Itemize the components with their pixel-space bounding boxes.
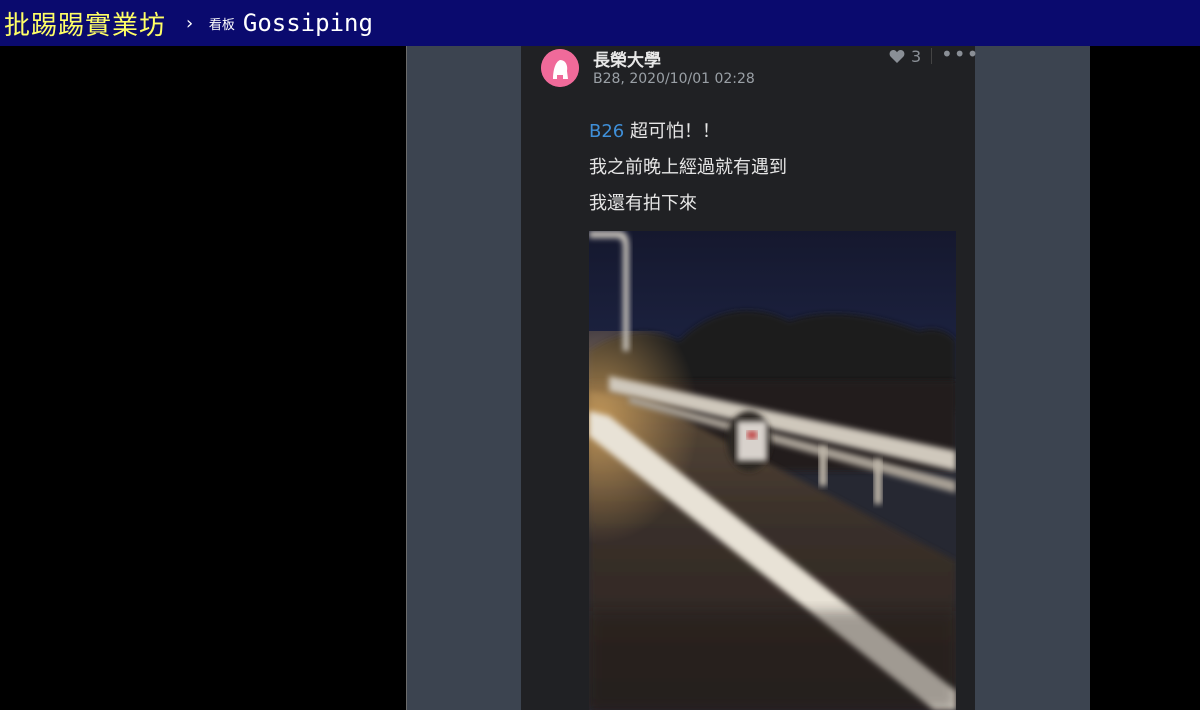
comment-text-1: 超可怕！！ — [630, 121, 720, 142]
comment-author: 長榮大學 — [593, 51, 661, 71]
divider — [931, 48, 932, 64]
like-counter[interactable]: 3 — [889, 47, 921, 66]
heart-icon — [889, 50, 905, 63]
female-avatar-icon — [541, 49, 579, 87]
comment-line-3: 我還有拍下來 — [589, 193, 697, 214]
more-dots-icon[interactable]: ••• — [941, 42, 979, 66]
comment-body: B26 超可怕！！ 我之前晚上經過就有遇到 我還有拍下來 — [589, 114, 787, 222]
embedded-screenshot-frame: 長榮大學 B28, 2020/10/01 02:28 3 ••• B26 超可怕… — [406, 42, 1090, 710]
comment-line-2: 我之前晚上經過就有遇到 — [589, 157, 787, 178]
comment-line-1: B26 超可怕！！ — [589, 114, 787, 150]
reply-reference[interactable]: B26 — [589, 121, 624, 142]
board-label: 看板 — [208, 17, 235, 33]
like-count: 3 — [911, 47, 922, 66]
board-name-link[interactable]: Gossiping — [243, 9, 373, 37]
site-title-link[interactable]: 批踢踢實業坊 — [4, 5, 166, 42]
comment-meta: B28, 2020/10/01 02:28 — [593, 71, 755, 87]
comment-card: 長榮大學 B28, 2020/10/01 02:28 3 ••• B26 超可怕… — [521, 42, 978, 710]
breadcrumb-separator: › — [184, 12, 195, 34]
top-navigation-bar: 批踢踢實業坊 › 看板 Gossiping — [0, 0, 1200, 46]
night-road-photo — [589, 231, 956, 710]
